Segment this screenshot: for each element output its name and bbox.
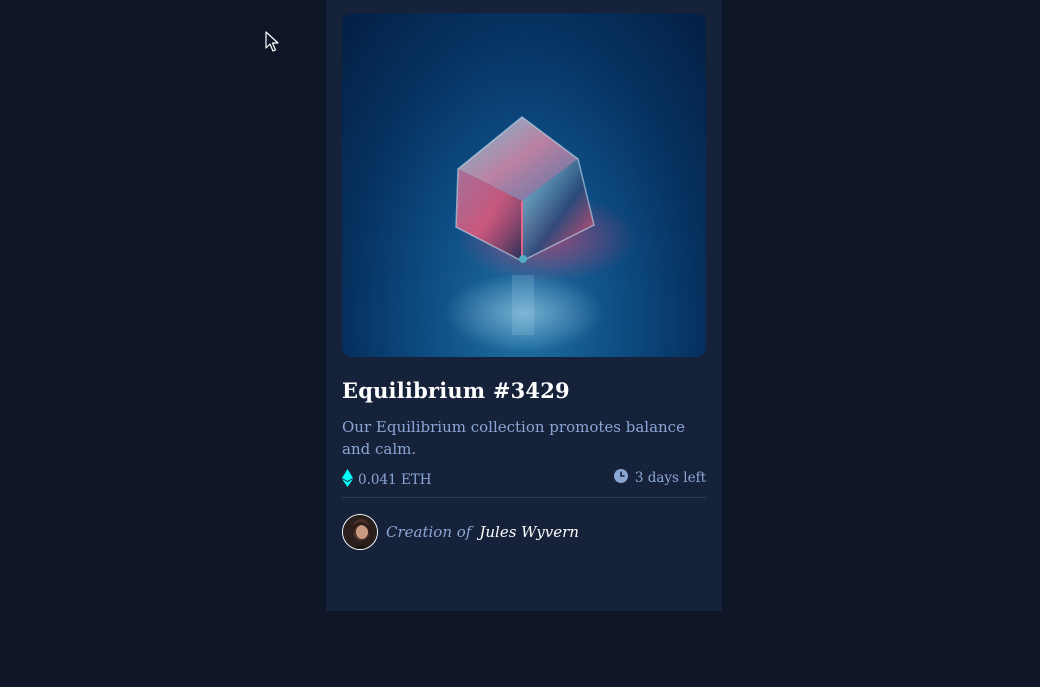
nft-card: Equilibrium #3429 Our Equilibrium collec… <box>326 0 722 611</box>
divider <box>342 497 706 498</box>
nft-description: Our Equilibrium collection promotes bala… <box>342 418 685 458</box>
time-left: 3 days left <box>613 469 706 487</box>
mouse-cursor <box>265 31 279 57</box>
nft-title[interactable]: Equilibrium #3429 <box>342 378 570 403</box>
nft-image[interactable] <box>342 13 706 357</box>
price-value: 0.041 ETH <box>358 472 432 488</box>
price: 0.041 ETH <box>342 469 432 491</box>
nft-meta: 0.041 ETH 3 days left <box>342 469 706 489</box>
creator-name-link[interactable]: Jules Wyvern <box>479 523 579 541</box>
creation-prefix: Creation of <box>386 523 472 541</box>
creator: Creation of Jules Wyvern <box>342 514 579 550</box>
avatar <box>342 514 378 550</box>
time-left-value: 3 days left <box>634 470 706 486</box>
clock-icon <box>613 469 628 487</box>
ethereum-icon <box>342 469 353 491</box>
